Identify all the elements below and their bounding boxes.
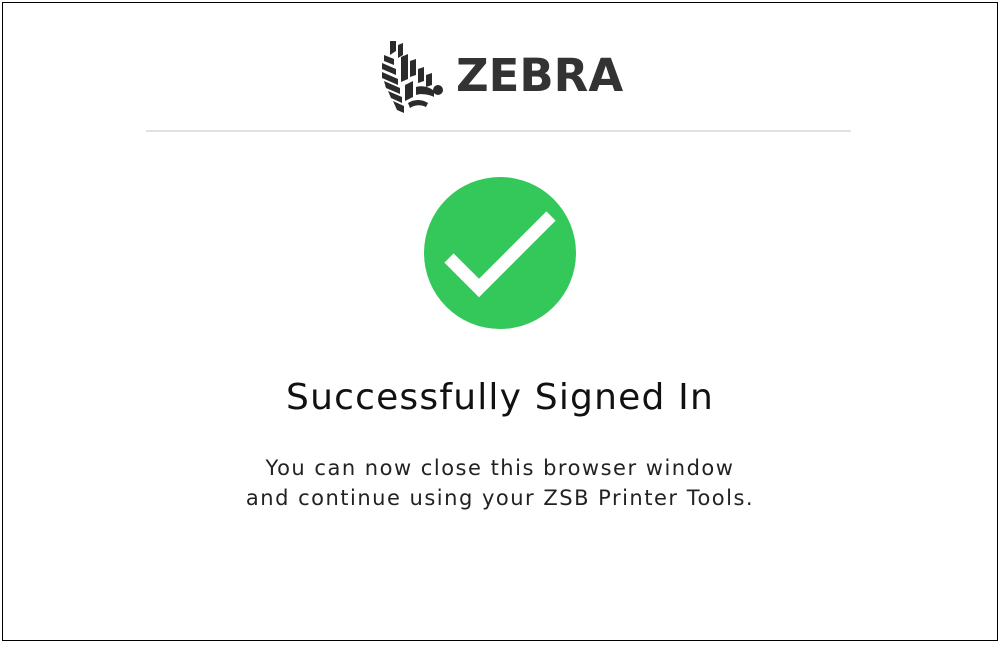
brand-name: ZEBRA — [456, 49, 624, 102]
header: ZEBRA — [3, 3, 997, 133]
page-frame: ZEBRA Successfully Signed In You can now… — [2, 2, 998, 641]
status-message: You can now close this browser window an… — [3, 453, 997, 513]
header-divider — [146, 130, 851, 132]
zebra-logo: ZEBRA — [382, 41, 624, 115]
status-message-line-2: and continue using your ZSB Printer Tool… — [245, 486, 755, 510]
check-circle-icon — [424, 177, 576, 329]
zebra-head-icon — [382, 41, 443, 113]
status-message-line-1: You can now close this browser window — [265, 456, 735, 480]
page-title: Successfully Signed In — [286, 377, 714, 418]
